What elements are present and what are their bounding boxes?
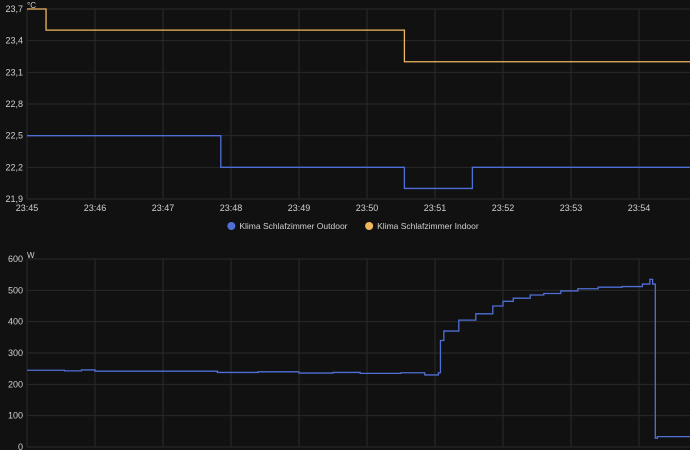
chart2-y-tick-label: 400 — [8, 317, 23, 327]
chart1-y-tick-label: 22,5 — [5, 131, 23, 141]
chart1-y-tick-label: 22,2 — [5, 162, 23, 172]
chart1-x-tick-label: 23:45 — [16, 203, 39, 213]
legend-label: Klima Schlafzimmer Outdoor — [239, 221, 347, 231]
chart1-y-tick-label: 23,1 — [5, 67, 23, 77]
chart1-x-tick-label: 23:52 — [492, 203, 515, 213]
chart2-series-line-1 — [27, 278, 690, 439]
chart1-x-tick-label: 23:46 — [84, 203, 107, 213]
chart2-y-tick-label: 600 — [8, 254, 23, 264]
chart1-y-tick-label: 23,4 — [5, 36, 23, 46]
chart2-y-tick-label: 300 — [8, 348, 23, 358]
chart1-x-tick-label: 23:49 — [288, 203, 311, 213]
chart1-y-tick-label: 22,8 — [5, 99, 23, 109]
legend-swatch — [227, 222, 236, 230]
chart2-y-tick-label: 500 — [8, 285, 23, 295]
legend-swatch — [365, 222, 374, 230]
chart1-x-tick-label: 23:51 — [424, 203, 447, 213]
chart1-x-tick-label: 23:47 — [152, 203, 175, 213]
chart1-y-tick-label: 23,7 — [5, 4, 23, 14]
chart1-x-tick-label: 23:53 — [560, 203, 583, 213]
chart1-x-tick-label: 23:54 — [628, 203, 651, 213]
chart1-x-tick-label: 23:50 — [356, 203, 379, 213]
chart1-x-tick-label: 23:48 — [220, 203, 243, 213]
legend-label: Klima Schlafzimmer Indoor — [377, 221, 479, 231]
chart1-series-line-1 — [27, 135, 690, 190]
chart2-y-tick-label: 200 — [8, 379, 23, 389]
chart2-y-tick-label: 0 — [18, 442, 23, 450]
charts-canvas: 21,922,222,522,823,123,423,723:45 23:46 23… — [5, 1, 690, 450]
chart2-unit-label: W — [27, 251, 35, 260]
chart1-series-line-2 — [27, 8, 690, 63]
legend-item[interactable]: Klima Schlafzimmer Outdoor — [227, 221, 348, 231]
chart2-y-tick-label: 100 — [8, 411, 23, 421]
dashboard-charts: 21,9 22,2 22,5 22,8 23,1 23,4 23,7 23:45 23:46 23… — [0, 0, 690, 450]
legend-item[interactable]: Klima Schlafzimmer Indoor — [365, 221, 479, 231]
